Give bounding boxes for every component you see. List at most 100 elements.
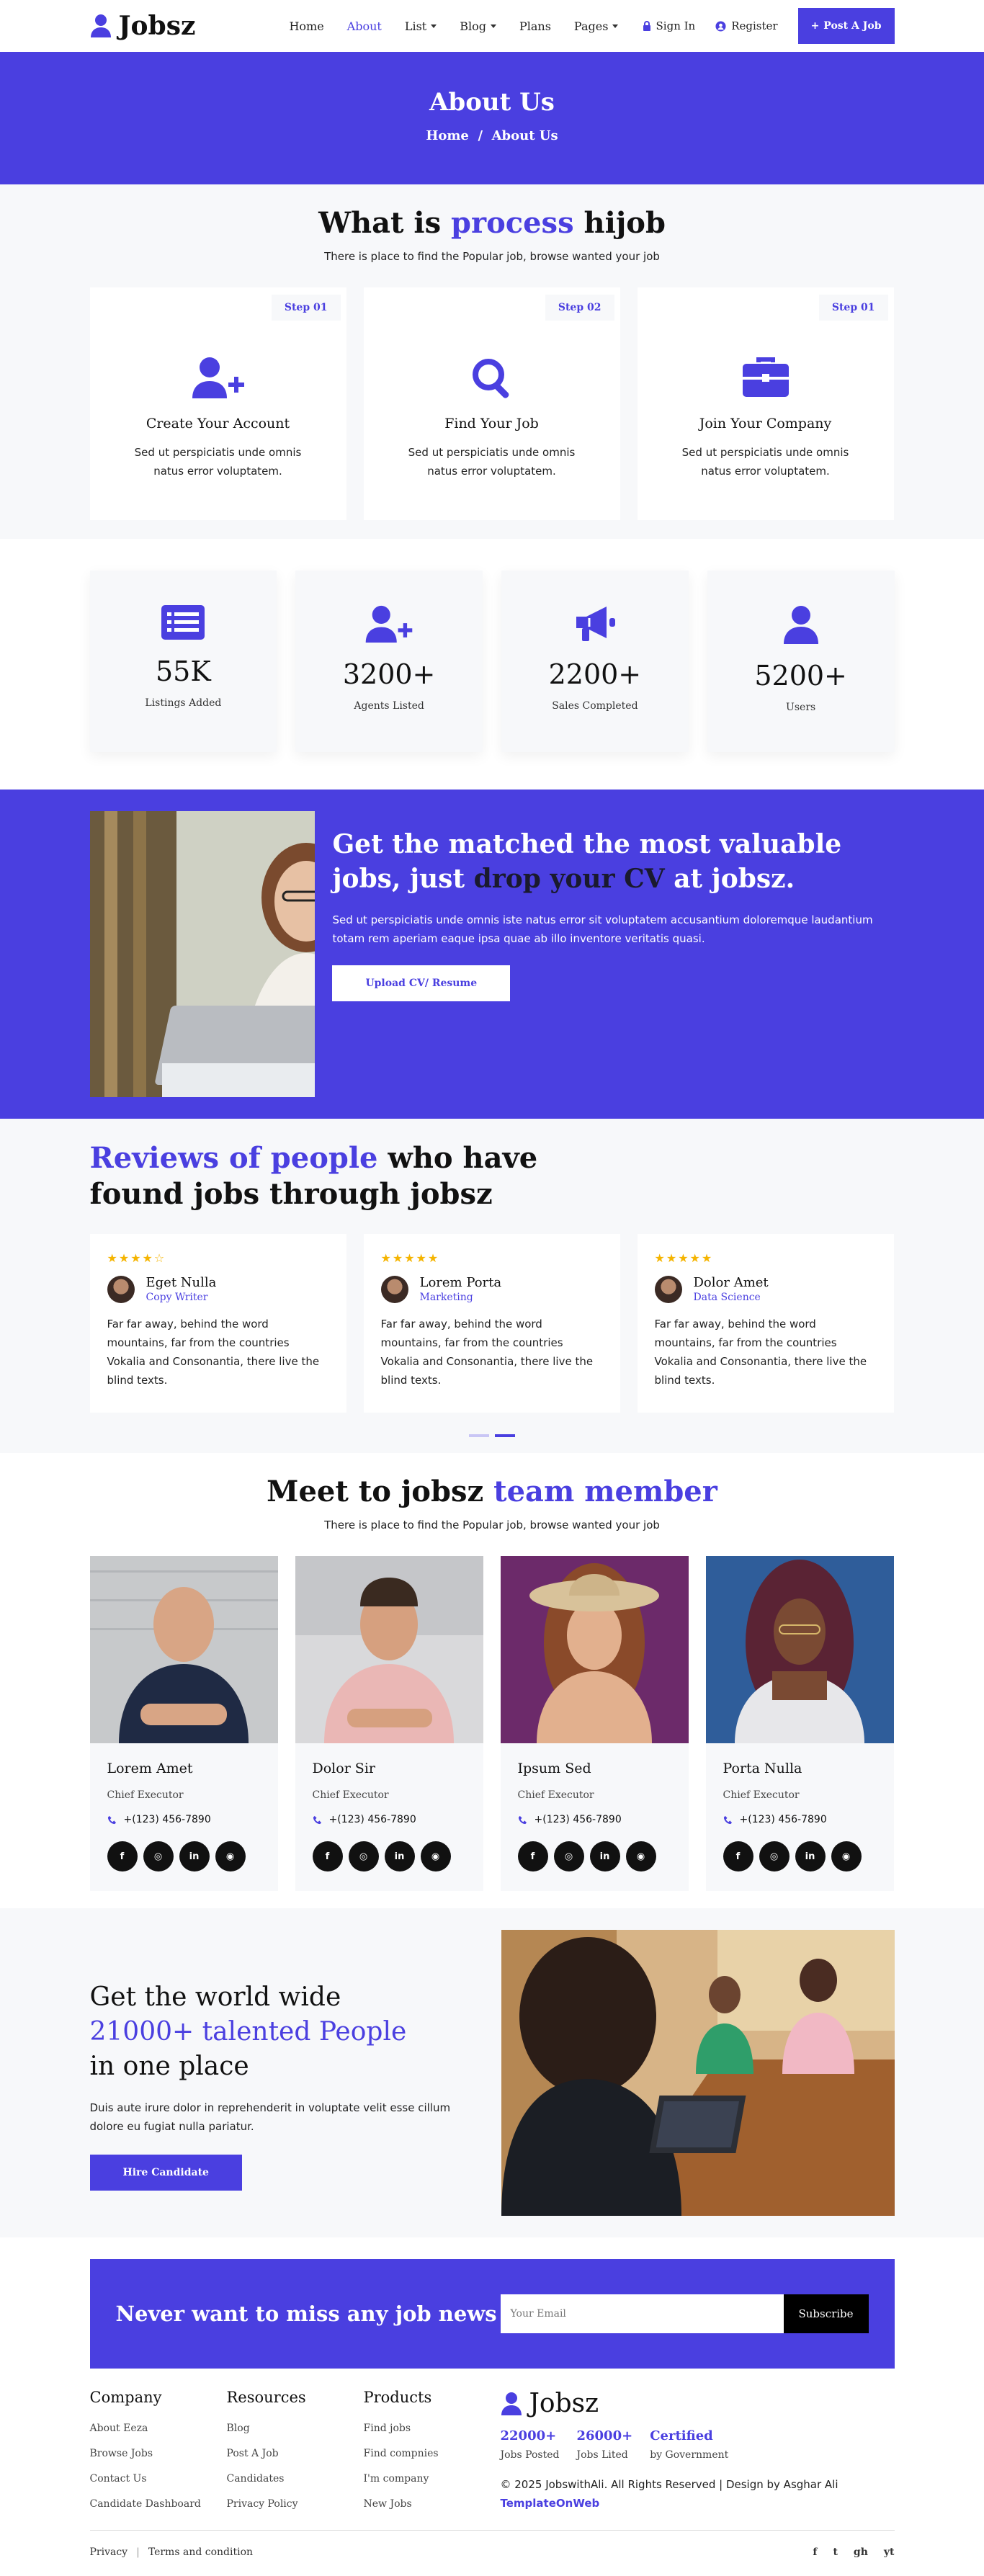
footer-column-title: Products — [363, 2389, 432, 2406]
footer-link[interactable]: Post A Job — [227, 2441, 364, 2467]
reviews-title-line2: found jobs through jobsz — [89, 1177, 493, 1211]
member-phone[interactable]: +(123) 456-7890 — [535, 1814, 622, 1825]
stat-value: 55K — [156, 656, 211, 687]
dribbble-icon[interactable]: ◉ — [831, 1841, 862, 1871]
nav-blog[interactable]: Blog — [460, 19, 496, 33]
megaphone-icon — [576, 607, 615, 641]
reviews-title-accent: Reviews of people — [89, 1141, 378, 1175]
nav-pages[interactable]: Pages — [574, 19, 619, 33]
stat-value: 5200+ — [754, 660, 847, 692]
pinterest-icon[interactable]: ◎ — [143, 1841, 174, 1871]
member-photo — [705, 1556, 894, 1743]
step-card: Step 01 Create Your Account Sed ut persp… — [89, 287, 346, 520]
linkedin-icon[interactable]: in — [384, 1841, 415, 1871]
subscribe-button[interactable]: Subscribe — [783, 2294, 869, 2333]
member-phone[interactable]: +(123) 456-7890 — [740, 1814, 827, 1825]
cv-title-post: at jobsz. — [664, 864, 795, 894]
member-phone[interactable]: +(123) 456-7890 — [329, 1814, 416, 1825]
facebook-icon[interactable]: f — [312, 1841, 343, 1871]
nav-blog-label: Blog — [460, 19, 486, 33]
footer-brand: Jobsz 22000+ Jobs Posted 26000+ Jobs Lited… — [501, 2389, 838, 2517]
register-link[interactable]: Register — [715, 19, 778, 32]
footer-stat-value: Certified — [650, 2428, 713, 2443]
step-text: Sed ut perspiciatis unde omnis natus err… — [134, 446, 302, 478]
photo-illustration — [89, 811, 316, 1097]
email-field[interactable]: Your Email — [500, 2294, 784, 2333]
member-photo — [295, 1556, 483, 1743]
linkedin-icon[interactable]: in — [795, 1841, 826, 1871]
member-role: Chief Executor — [312, 1789, 389, 1801]
stat-label: Agents Listed — [354, 700, 424, 712]
talent-title: Get the world wide 21000+ talented People… — [90, 1980, 465, 2084]
footer-link[interactable]: Find jobs — [364, 2416, 501, 2441]
terms-link[interactable]: Terms and condition — [148, 2546, 253, 2558]
footer-link[interactable]: Browse Jobs — [90, 2441, 227, 2467]
pinterest-icon[interactable]: ◎ — [759, 1841, 790, 1871]
upload-cv-button[interactable]: Upload CV/ Resume — [332, 965, 511, 1001]
dribbble-icon[interactable]: ◉ — [625, 1841, 656, 1871]
facebook-icon[interactable]: f — [517, 1841, 548, 1871]
dribbble-icon[interactable]: ◉ — [215, 1841, 246, 1871]
carousel-dot[interactable] — [469, 1434, 489, 1437]
facebook-icon[interactable]: f — [107, 1841, 138, 1871]
user-circle-icon — [715, 20, 726, 32]
facebook-icon[interactable]: f — [813, 2546, 817, 2558]
facebook-icon[interactable]: f — [723, 1841, 753, 1871]
footer-link[interactable]: New Jobs — [364, 2492, 501, 2517]
member-name: Porta Nulla — [723, 1761, 802, 1776]
twitter-icon[interactable]: t — [833, 2546, 837, 2558]
breadcrumb-home[interactable]: Home — [426, 128, 469, 143]
footer-link[interactable]: Candidate Dashboard — [90, 2492, 227, 2517]
nav-plans-label: Plans — [519, 19, 551, 33]
copyright-link[interactable]: TemplateOnWeb — [501, 2497, 600, 2510]
talent-title-line3: in one place — [89, 2052, 249, 2081]
phone-icon — [723, 1815, 732, 1824]
linkedin-icon[interactable]: in — [589, 1841, 620, 1871]
nav-about[interactable]: About — [347, 19, 382, 33]
member-phone[interactable]: +(123) 456-7890 — [124, 1814, 211, 1825]
brand-logo[interactable]: Jobsz — [90, 11, 195, 41]
site-header: Jobsz Home About List Blog Plans Pages S… — [0, 0, 984, 52]
hire-candidate-button[interactable]: Hire Candidate — [89, 2155, 242, 2191]
youtube-icon[interactable]: yt — [884, 2546, 895, 2558]
footer-link[interactable]: Candidates — [227, 2467, 364, 2492]
linkedin-icon[interactable]: in — [179, 1841, 210, 1871]
footer-stat-value: 26000+ — [576, 2428, 633, 2443]
footer-link[interactable]: Contact Us — [90, 2467, 227, 2492]
nav-plans[interactable]: Plans — [519, 19, 551, 33]
footer-stat-label: Jobs Lited — [576, 2449, 628, 2461]
sign-in-link[interactable]: Sign In — [643, 19, 695, 32]
footer-link[interactable]: About Eeza — [90, 2416, 227, 2441]
phone-icon — [313, 1815, 321, 1824]
footer-link[interactable]: Blog — [227, 2416, 364, 2441]
stat-card: 55K Listings Added — [89, 571, 277, 752]
stat-label: Users — [786, 702, 816, 713]
member-name: Dolor Sir — [312, 1761, 376, 1776]
privacy-link[interactable]: Privacy — [90, 2546, 128, 2558]
post-job-button[interactable]: + Post A Job — [797, 8, 895, 44]
review-text: Far far away, behind the word mountains,… — [107, 1318, 320, 1387]
footer-link[interactable]: Privacy Policy — [227, 2492, 364, 2517]
stat-value: 2200+ — [548, 658, 642, 690]
member-photo — [500, 1556, 689, 1743]
github-icon[interactable]: gh — [854, 2546, 868, 2558]
nav-list[interactable]: List — [405, 19, 437, 33]
pinterest-icon[interactable]: ◎ — [348, 1841, 379, 1871]
star-rating: ★★★★★ — [380, 1251, 440, 1265]
user-icon — [783, 606, 818, 644]
talent-text: Duis aute irure dolor in reprehenderit i… — [89, 2101, 451, 2133]
pinterest-icon[interactable]: ◎ — [553, 1841, 584, 1871]
footer-link[interactable]: Find compnies — [364, 2441, 501, 2467]
lock-icon — [643, 21, 650, 31]
footer-logo[interactable]: Jobsz — [501, 2389, 838, 2418]
carousel-dot-active[interactable] — [495, 1434, 515, 1437]
nav-home[interactable]: Home — [289, 19, 323, 33]
main-nav: Home About List Blog Plans Pages — [289, 19, 619, 33]
copyright-text: © 2025 JobswithAli. All Rights Reserved … — [500, 2478, 838, 2491]
member-role: Chief Executor — [723, 1789, 800, 1801]
step-card: Step 02 Find Your Job Sed ut perspiciati… — [363, 287, 620, 520]
footer-link[interactable]: I'm company — [364, 2467, 501, 2492]
step-tag: Step 02 — [545, 295, 614, 321]
dribbble-icon[interactable]: ◉ — [420, 1841, 451, 1871]
woman-at-laptop-photo — [89, 811, 316, 1097]
